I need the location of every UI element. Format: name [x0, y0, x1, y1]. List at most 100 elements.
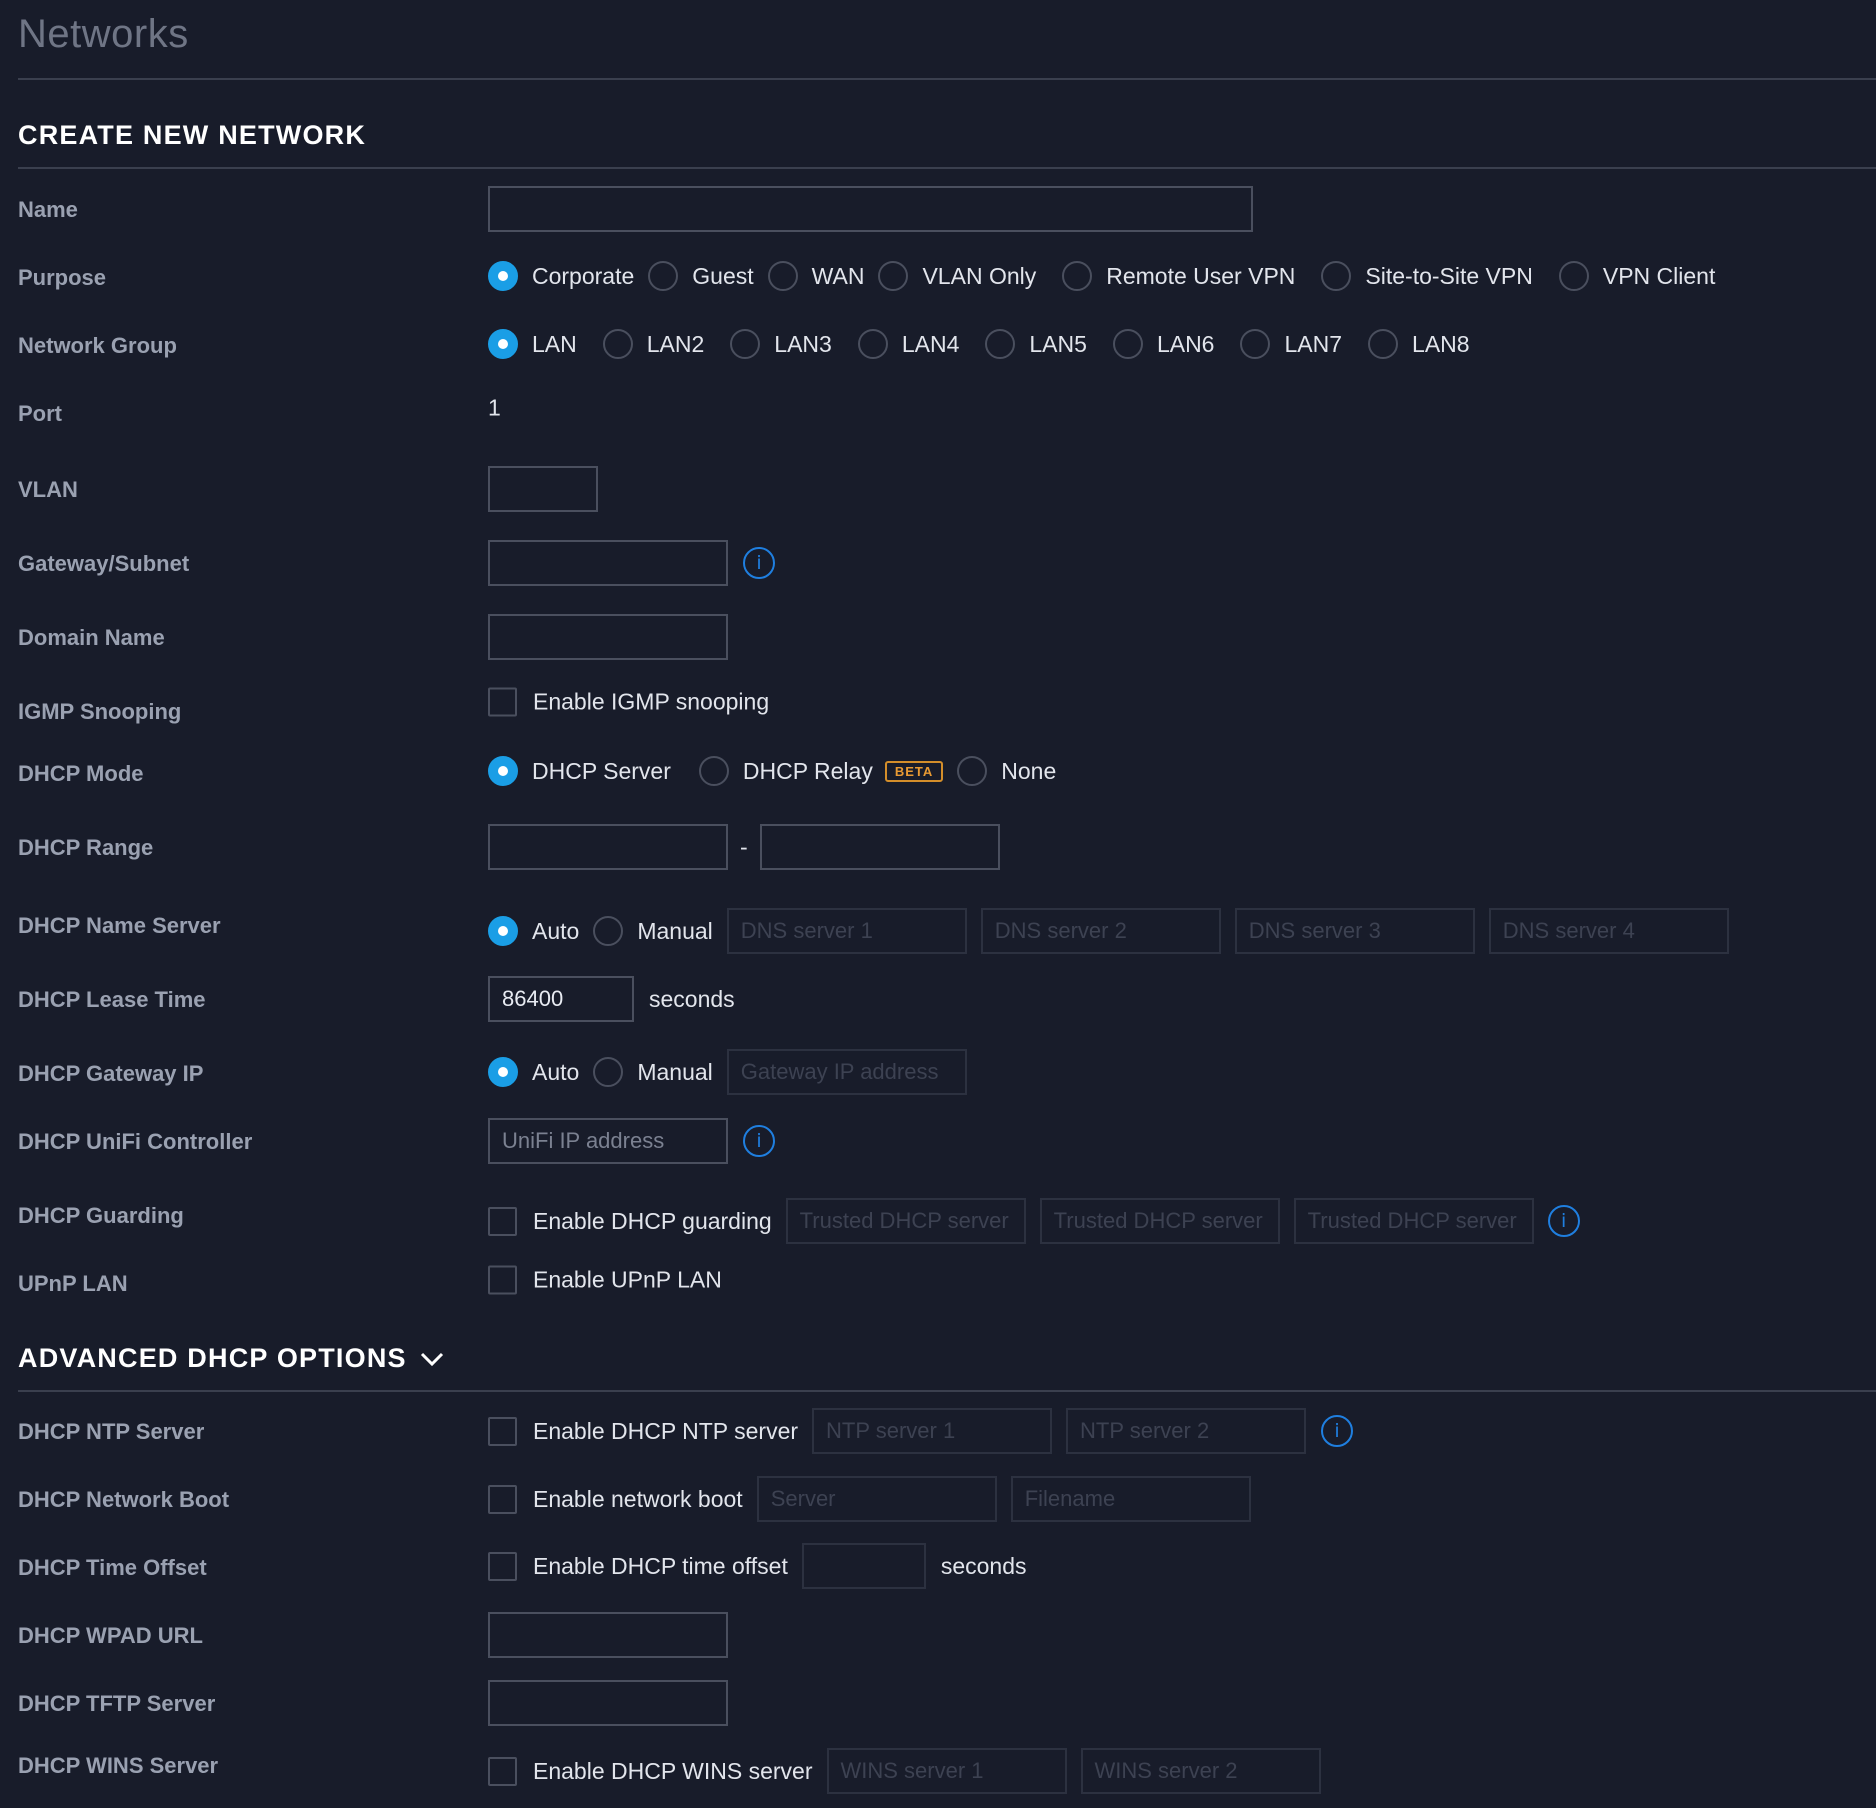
radio-icon[interactable] — [857, 329, 888, 359]
wpad-url-input[interactable] — [488, 1612, 728, 1658]
dhcp-mode-option-relay[interactable]: DHCP Relay BETA — [698, 756, 944, 786]
chevron-down-icon[interactable] — [419, 1346, 445, 1372]
radio-icon[interactable] — [648, 261, 679, 291]
section-title-create: CREATE NEW NETWORK — [18, 120, 367, 150]
dhcp-unifi-controller-label: DHCP UniFi Controller — [18, 1129, 253, 1154]
gateway-subnet-input[interactable] — [488, 540, 728, 586]
dhcp-mode-option-server[interactable]: DHCP Server — [488, 756, 671, 786]
radio-selected-icon[interactable] — [488, 1057, 518, 1087]
dhcp-range-end-input[interactable] — [759, 824, 1000, 870]
tftp-server-input[interactable] — [488, 1680, 728, 1726]
dns-server-4-input[interactable]: DNS server 4 — [1488, 908, 1729, 954]
radio-icon[interactable] — [602, 329, 633, 359]
trusted-dhcp-server-1-input[interactable]: Trusted DHCP server — [785, 1198, 1026, 1244]
dhcp-ntp-server-checkbox[interactable] — [488, 1416, 517, 1446]
network-boot-server-input[interactable]: Server — [756, 1476, 997, 1522]
network-group-option-lan5[interactable]: LAN5 — [985, 329, 1087, 359]
radio-icon[interactable] — [1112, 329, 1143, 359]
range-separator: - — [740, 833, 748, 860]
radio-selected-icon[interactable] — [488, 329, 518, 359]
gateway-ip-input[interactable]: Gateway IP address — [726, 1049, 967, 1095]
radio-selected-icon[interactable] — [488, 261, 518, 291]
port-value: 1 — [488, 394, 501, 421]
info-icon[interactable]: i — [743, 547, 775, 579]
dhcp-gateway-ip-option-manual[interactable]: Manual — [593, 1057, 713, 1087]
network-boot-filename-input[interactable]: Filename — [1010, 1476, 1251, 1522]
radio-icon[interactable] — [593, 916, 624, 946]
radio-icon[interactable] — [593, 1057, 624, 1087]
purpose-option-vpn-client[interactable]: VPN Client — [1558, 261, 1715, 291]
radio-icon[interactable] — [985, 329, 1016, 359]
dhcp-name-server-option-auto[interactable]: Auto — [488, 916, 579, 946]
purpose-option-remote-user-vpn[interactable]: Remote User VPN — [1062, 261, 1295, 291]
dhcp-network-boot-checkbox[interactable] — [488, 1484, 517, 1514]
radio-icon[interactable] — [767, 261, 798, 291]
radio-icon[interactable] — [957, 756, 988, 786]
ntp-server-1-input[interactable]: NTP server 1 — [812, 1408, 1053, 1454]
trusted-dhcp-server-2-input[interactable]: Trusted DHCP server — [1039, 1198, 1280, 1244]
purpose-option-wan[interactable]: WAN — [767, 261, 864, 291]
wins-server-2-input[interactable]: WINS server 2 — [1080, 1748, 1321, 1794]
dhcp-wins-server-checkbox[interactable] — [488, 1756, 517, 1786]
purpose-option-guest[interactable]: Guest — [648, 261, 754, 291]
network-group-option-lan7[interactable]: LAN7 — [1240, 329, 1342, 359]
dhcp-mode-option-none[interactable]: None — [957, 756, 1056, 786]
divider — [18, 78, 1876, 80]
dhcp-range-label: DHCP Range — [18, 835, 154, 860]
dhcp-range-start-input[interactable] — [488, 824, 728, 870]
dhcp-network-boot-label: DHCP Network Boot — [18, 1487, 230, 1512]
dhcp-lease-time-input[interactable]: 86400 — [488, 976, 634, 1022]
radio-icon[interactable] — [1558, 261, 1589, 291]
network-group-option-lan6[interactable]: LAN6 — [1112, 329, 1214, 359]
dhcp-mode-label: DHCP Mode — [18, 761, 144, 786]
vlan-input[interactable] — [488, 466, 598, 512]
dhcp-name-server-option-manual[interactable]: Manual — [593, 916, 713, 946]
advanced-title-text: ADVANCED DHCP OPTIONS — [18, 1343, 407, 1373]
radio-selected-icon[interactable] — [488, 916, 518, 946]
wins-server-1-input[interactable]: WINS server 1 — [826, 1748, 1067, 1794]
network-group-option-lan4[interactable]: LAN4 — [857, 329, 959, 359]
igmp-snooping-checkbox[interactable] — [488, 687, 517, 717]
igmp-snooping-checkbox-label: Enable IGMP snooping — [533, 688, 770, 715]
radio-icon[interactable] — [698, 756, 729, 786]
domain-name-input[interactable] — [488, 614, 728, 660]
time-offset-unit: seconds — [940, 1552, 1027, 1579]
network-group-option-lan3[interactable]: LAN3 — [730, 329, 832, 359]
radio-icon[interactable] — [730, 329, 761, 359]
network-group-option-lan[interactable]: LAN — [488, 329, 577, 359]
network-group-radio-group: LAN LAN2 LAN3 LAN4 LAN5 LAN6 LAN7 LAN8 — [488, 329, 1484, 359]
info-icon[interactable]: i — [1321, 1415, 1354, 1447]
dns-server-2-input[interactable]: DNS server 2 — [980, 908, 1221, 954]
purpose-option-site-to-site-vpn[interactable]: Site-to-Site VPN — [1321, 261, 1533, 291]
dns-server-1-input[interactable]: DNS server 1 — [726, 908, 967, 954]
purpose-option-vlan-only[interactable]: VLAN Only — [878, 261, 1036, 291]
name-input[interactable] — [488, 186, 1253, 232]
radio-icon[interactable] — [1240, 329, 1271, 359]
lease-time-unit: seconds — [649, 985, 735, 1012]
dhcp-time-offset-checkbox[interactable] — [488, 1551, 517, 1581]
time-offset-input[interactable] — [801, 1543, 926, 1589]
unifi-ip-input[interactable]: UniFi IP address — [488, 1118, 728, 1164]
network-group-option-lan8[interactable]: LAN8 — [1368, 329, 1470, 359]
info-icon[interactable]: i — [1547, 1205, 1580, 1237]
upnp-lan-checkbox[interactable] — [488, 1265, 517, 1295]
dhcp-ntp-server-checkbox-label: Enable DHCP NTP server — [533, 1417, 799, 1444]
purpose-option-corporate[interactable]: Corporate — [488, 261, 634, 291]
radio-icon[interactable] — [1321, 261, 1352, 291]
dhcp-mode-radio-group: DHCP Server DHCP Relay BETA None — [488, 756, 1070, 786]
purpose-radio-group: Corporate Guest WAN VLAN Only Remote Use… — [488, 261, 1729, 291]
dns-server-3-input[interactable]: DNS server 3 — [1234, 908, 1475, 954]
radio-icon[interactable] — [1062, 261, 1093, 291]
radio-icon[interactable] — [878, 261, 909, 291]
section-title-advanced[interactable]: ADVANCED DHCP OPTIONS — [18, 1343, 445, 1374]
trusted-dhcp-server-3-input[interactable]: Trusted DHCP server — [1293, 1198, 1534, 1244]
radio-icon[interactable] — [1368, 329, 1399, 359]
dhcp-wins-server-label: DHCP WINS Server — [18, 1753, 219, 1778]
radio-selected-icon[interactable] — [488, 756, 518, 786]
info-icon[interactable]: i — [743, 1125, 775, 1157]
ntp-server-2-input[interactable]: NTP server 2 — [1066, 1408, 1307, 1454]
gateway-subnet-label: Gateway/Subnet — [18, 551, 190, 576]
dhcp-gateway-ip-option-auto[interactable]: Auto — [488, 1057, 579, 1087]
dhcp-guarding-checkbox[interactable] — [488, 1206, 517, 1236]
network-group-option-lan2[interactable]: LAN2 — [602, 329, 704, 359]
